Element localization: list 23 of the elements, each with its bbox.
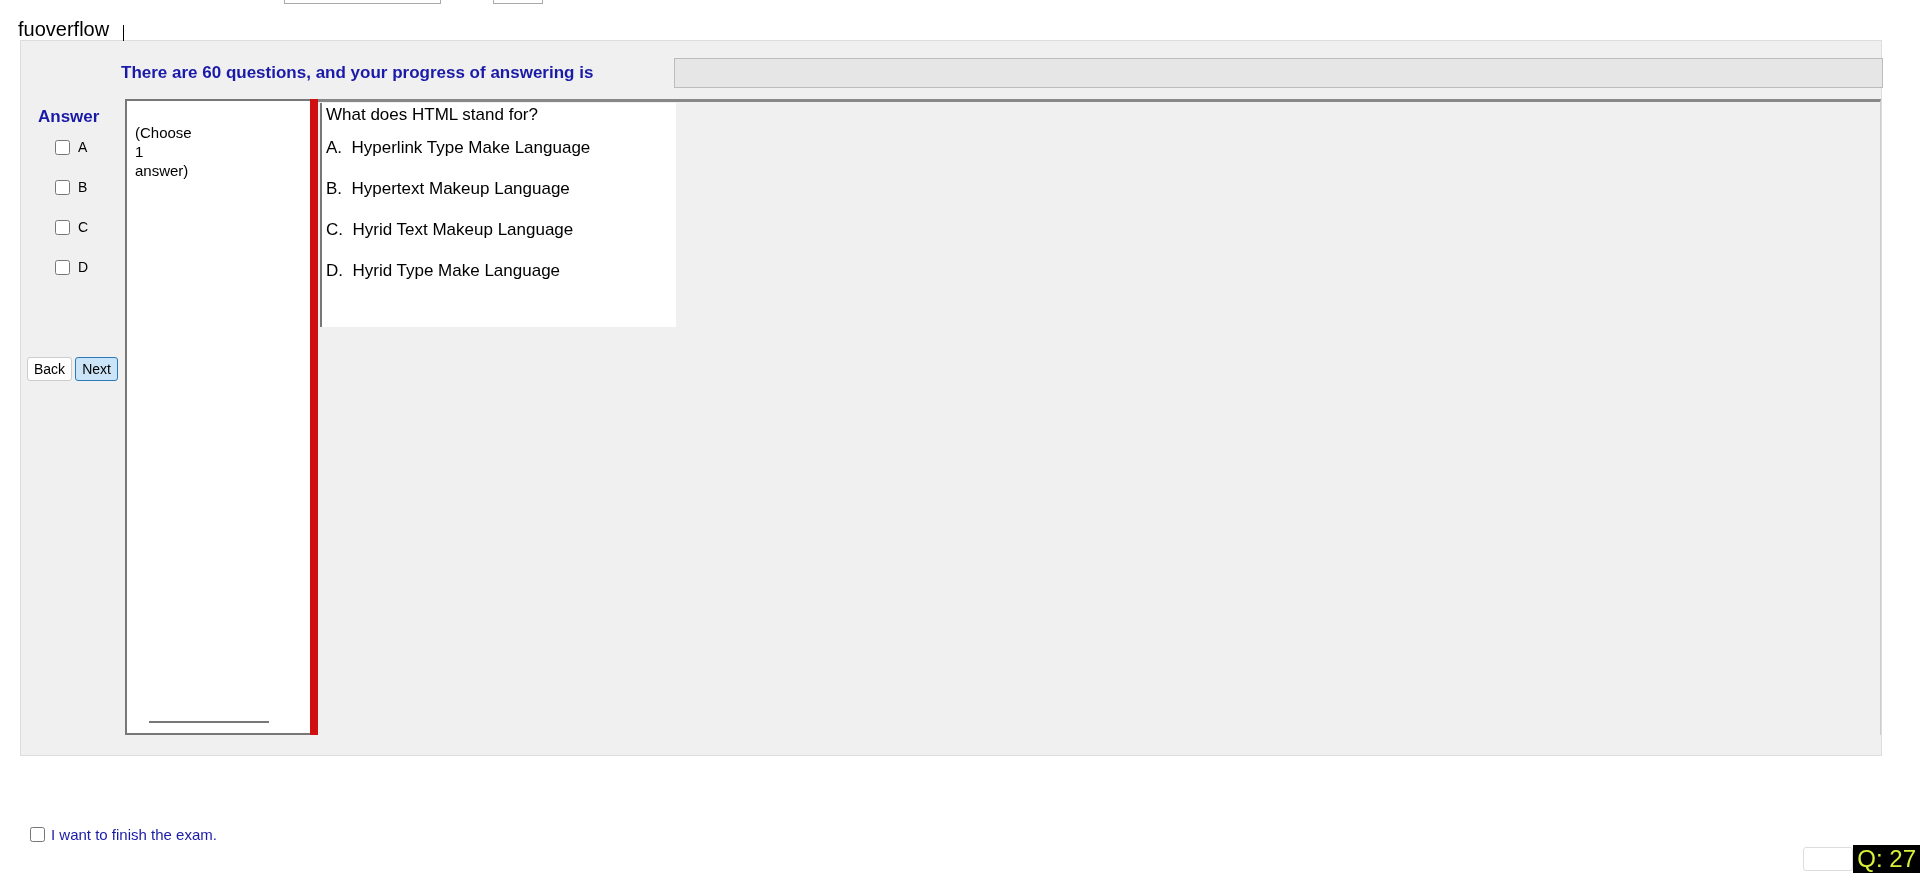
answer-checkbox[interactable] xyxy=(55,259,70,275)
answer-checkbox[interactable] xyxy=(55,179,70,195)
answer-choice: D. Hyrid Type Make Language xyxy=(326,261,562,282)
answer-heading: Answer xyxy=(38,107,101,127)
finish-label: I want to finish the exam. xyxy=(51,826,217,843)
answer-choice: C. Hyrid Text Makeup Language xyxy=(326,220,575,241)
progress-label: There are 60 questions, and your progress of answering is xyxy=(121,63,595,83)
option-label: A xyxy=(78,139,88,155)
app-title: fuoverflow xyxy=(18,18,110,41)
finish-checkbox[interactable] xyxy=(30,827,45,842)
next-button[interactable]: Next xyxy=(75,357,118,381)
question-text: What does HTML stand for? xyxy=(326,105,539,126)
option-label: C xyxy=(78,219,89,235)
answer-checkbox[interactable] xyxy=(55,139,70,155)
instruction-text: (Choose 1 answer) xyxy=(135,124,192,179)
option-label: B xyxy=(78,179,88,195)
text-cursor xyxy=(123,24,125,41)
answer-checkbox[interactable] xyxy=(55,219,70,235)
answer-choice: A. Hyperlink Type Make Language xyxy=(326,138,592,159)
option-label: D xyxy=(78,259,89,275)
question-number-badge: Q: 27 xyxy=(1853,845,1920,873)
answer-choice: B. Hypertext Makeup Language xyxy=(326,179,571,200)
back-button[interactable]: Back xyxy=(27,357,73,381)
